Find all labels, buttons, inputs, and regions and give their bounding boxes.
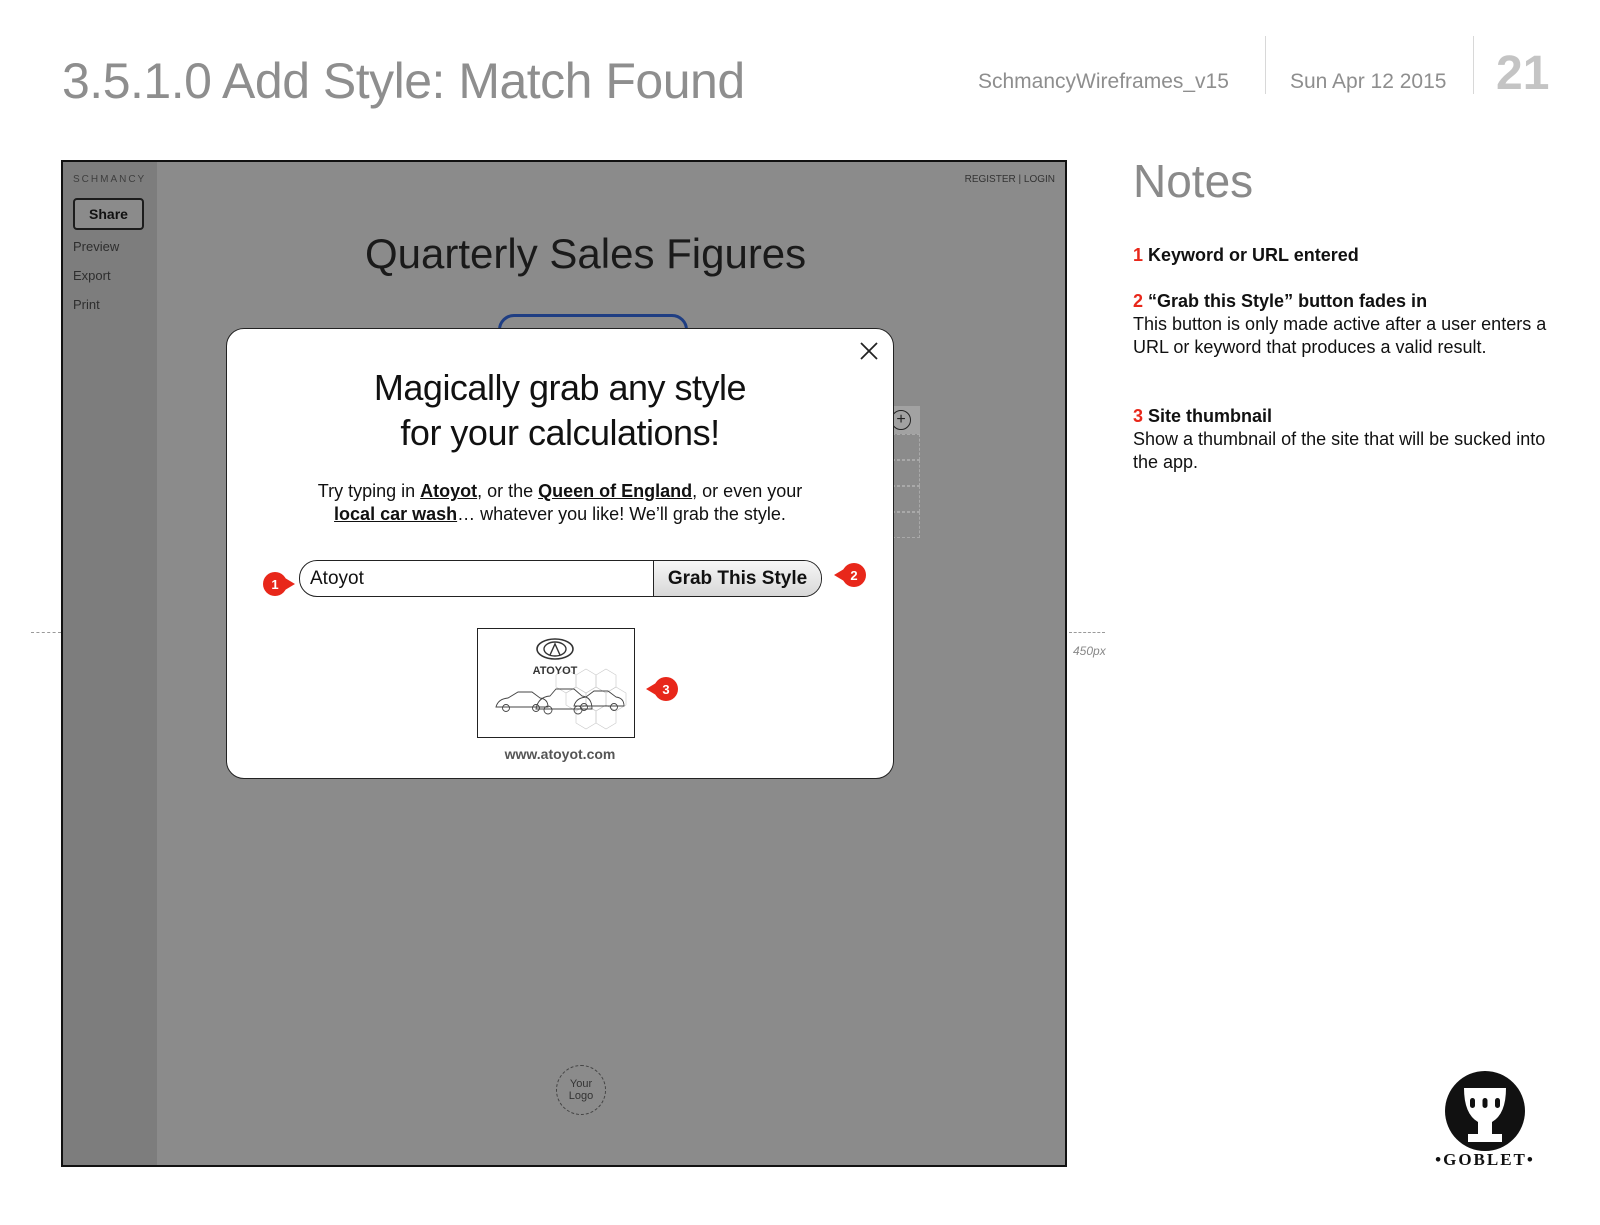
- goblet-wordmark: •GOBLET•: [1435, 1150, 1535, 1169]
- document-name: SchmancyWireframes_v15: [978, 70, 1229, 93]
- modal-hint-line1: Try typing in Atoyot, or the Queen of En…: [317, 481, 803, 501]
- page-number: 21: [1496, 47, 1550, 100]
- callout-marker-3: 3: [646, 677, 678, 701]
- app-sidebar: SCHMANCY Share Preview Export Print: [63, 162, 157, 1165]
- site-thumbnail[interactable]: ATOYOT: [477, 628, 635, 738]
- header-divider: [1473, 36, 1474, 94]
- callout-marker-1: 1: [263, 572, 295, 596]
- sidebar-item-print[interactable]: Print: [73, 297, 100, 312]
- modal-hint-line2: local car wash… whatever you like! We’ll…: [334, 504, 786, 524]
- callout-marker-2: 2: [834, 563, 866, 587]
- share-button[interactable]: Share: [73, 198, 144, 230]
- plus-icon: +: [891, 410, 911, 430]
- example-link-car-wash[interactable]: local car wash: [334, 504, 457, 524]
- modal-title-line2: for your calculations!: [400, 412, 720, 453]
- style-search-input[interactable]: [300, 561, 655, 596]
- dimension-guide-left: [31, 632, 61, 633]
- sidebar-item-export[interactable]: Export: [73, 268, 111, 283]
- register-login-links[interactable]: REGISTER | LOGIN: [965, 174, 1055, 185]
- note-body: This button is only made active after a …: [1133, 314, 1547, 357]
- logo-placeholder[interactable]: Your Logo: [556, 1065, 606, 1115]
- dimension-guide-right: [1069, 632, 1105, 633]
- example-link-atoyot[interactable]: Atoyot: [420, 481, 477, 501]
- notes-heading: Notes: [1133, 155, 1254, 207]
- header-divider: [1265, 36, 1266, 94]
- page-title: 3.5.1.0 Add Style: Match Found: [62, 53, 745, 109]
- site-thumbnail-image: ATOYOT: [495, 638, 627, 730]
- thumbnail-brand-text: ATOYOT: [533, 665, 578, 677]
- sidebar-item-preview[interactable]: Preview: [73, 239, 119, 254]
- dimension-label: 450px: [1073, 644, 1106, 658]
- note-item: 3 Site thumbnail Show a thumbnail of the…: [1133, 405, 1553, 474]
- example-link-queen[interactable]: Queen of England: [538, 481, 692, 501]
- document-date: Sun Apr 12 2015: [1290, 70, 1447, 93]
- thumbnail-url[interactable]: www.atoyot.com: [227, 746, 893, 762]
- note-item: 1 Keyword or URL entered: [1133, 245, 1359, 265]
- modal-title-line1: Magically grab any style: [373, 367, 747, 408]
- note-body: Show a thumbnail of the site that will b…: [1133, 429, 1546, 472]
- style-search-bar: Grab This Style: [299, 560, 822, 597]
- close-icon[interactable]: [857, 339, 881, 363]
- grab-this-style-button[interactable]: Grab This Style: [653, 561, 821, 596]
- note-item: 2 “Grab this Style” button fades in This…: [1133, 290, 1553, 359]
- brand-logo: SCHMANCY: [73, 174, 147, 185]
- app-heading: Quarterly Sales Figures: [365, 230, 807, 277]
- add-style-modal: Magically grab any style for your calcul…: [226, 328, 894, 779]
